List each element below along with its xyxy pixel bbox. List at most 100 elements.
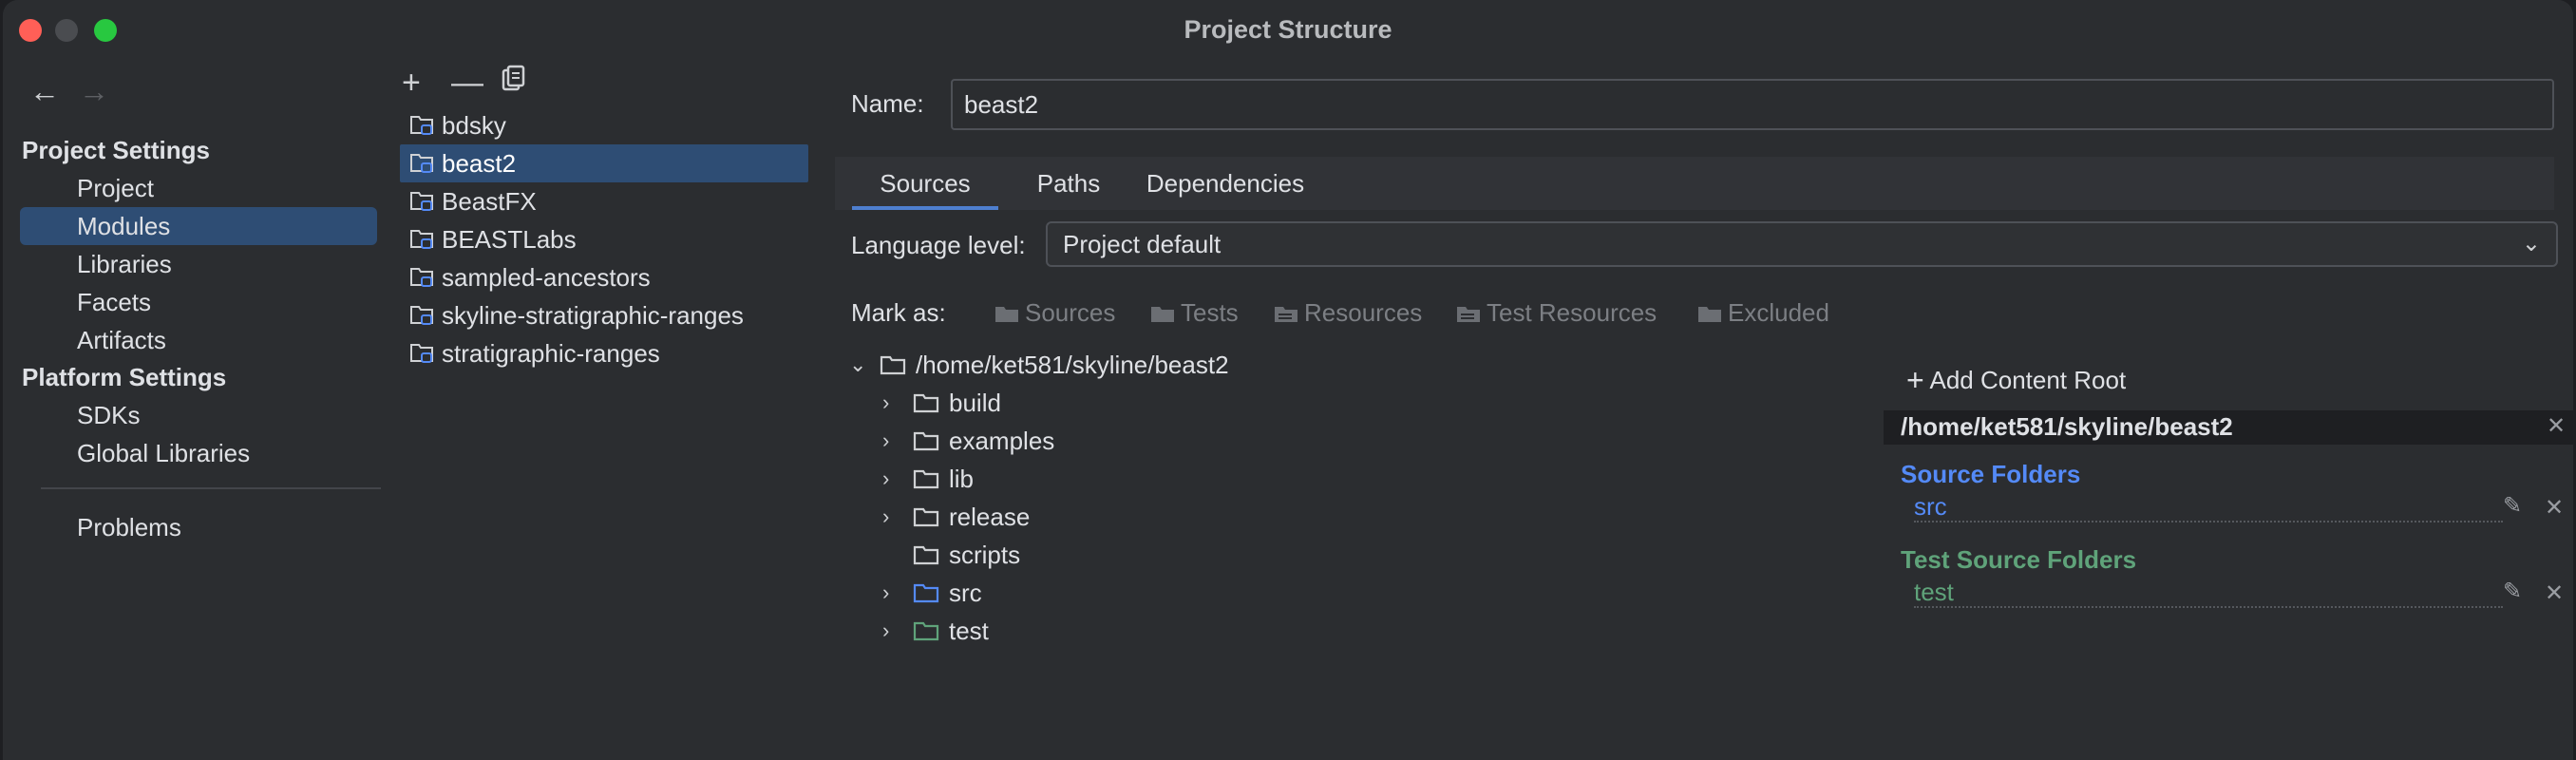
mark-excluded-button[interactable]: Excluded <box>1697 298 1829 328</box>
folder-icon <box>913 583 939 603</box>
module-folder-icon <box>410 192 433 211</box>
module-item-sampled-ancestors[interactable]: sampled-ancestors <box>400 258 808 296</box>
remove-content-root-icon[interactable]: ✕ <box>2547 412 2566 440</box>
module-label: skyline-stratigraphic-ranges <box>442 301 744 330</box>
remove-test-folder-icon[interactable]: ✕ <box>2545 580 2564 607</box>
folder-icon <box>913 431 939 451</box>
chevron-down-icon[interactable]: ⌄ <box>849 346 866 384</box>
module-label: bdsky <box>442 111 506 140</box>
folder-icon <box>1151 307 1174 322</box>
language-level-label: Language level: <box>851 231 1026 259</box>
chevron-right-icon[interactable]: › <box>882 612 889 650</box>
nav-item-global-libraries[interactable]: Global Libraries <box>20 434 377 472</box>
mark-test-resources-button[interactable]: Test Resources <box>1456 298 1657 328</box>
plus-icon: + <box>1906 363 1924 397</box>
test-source-folders-title: Test Source Folders <box>1901 545 2137 574</box>
remove-source-folder-icon[interactable]: ✕ <box>2545 494 2564 522</box>
module-folder-icon <box>410 344 433 363</box>
module-item-bdsky[interactable]: bdsky <box>400 106 808 144</box>
add-content-root-button[interactable]: + Add Content Root <box>1906 363 2126 398</box>
language-level-select[interactable]: Project default ⌄ <box>1046 221 2558 267</box>
add-module-icon[interactable]: + <box>402 65 451 102</box>
module-folder-icon <box>410 116 433 135</box>
nav-item-facets[interactable]: Facets <box>20 283 377 321</box>
copy-module-icon[interactable] <box>501 65 550 102</box>
mark-as-label: Mark as: <box>851 298 946 327</box>
source-folder-entry: src <box>1914 492 2503 522</box>
tree-folder-test[interactable]: › test <box>882 612 989 650</box>
module-label: sampled-ancestors <box>442 263 651 292</box>
back-arrow-icon[interactable]: ← <box>29 74 79 109</box>
module-item-stratigraphic-ranges[interactable]: stratigraphic-ranges <box>400 334 808 372</box>
tree-folder-src[interactable]: › src <box>882 574 982 612</box>
modules-toolbar: + — <box>402 65 550 102</box>
project-structure-window: Project Structure ← → Project Settings Pr… <box>3 0 2573 760</box>
nav-item-libraries[interactable]: Libraries <box>20 245 377 283</box>
nav-divider <box>41 487 381 489</box>
chevron-right-icon[interactable]: › <box>882 574 889 612</box>
remove-module-icon[interactable]: — <box>451 65 501 102</box>
module-tabs: Sources Paths Dependencies <box>835 157 2554 210</box>
project-settings-heading: Project Settings <box>22 136 210 164</box>
chevron-right-icon[interactable]: › <box>882 498 889 536</box>
folder-icon <box>995 307 1018 322</box>
module-label: stratigraphic-ranges <box>442 339 660 368</box>
tree-folder-examples[interactable]: › examples <box>882 422 1054 460</box>
module-item-beast2[interactable]: beast2 <box>400 144 808 182</box>
module-folder-icon <box>410 268 433 287</box>
resources-folder-icon <box>1275 307 1297 322</box>
tree-folder-release[interactable]: › release <box>882 498 1030 536</box>
forward-arrow-icon[interactable]: → <box>79 74 128 109</box>
module-folder-icon <box>410 306 433 325</box>
folder-icon <box>913 545 939 565</box>
tree-root-path: /home/ket581/skyline/beast2 <box>916 351 1229 379</box>
nav-item-artifacts[interactable]: Artifacts <box>20 321 377 359</box>
tab-dependencies[interactable]: Dependencies <box>1129 157 1321 210</box>
module-folder-icon <box>410 154 433 173</box>
folder-icon <box>913 469 939 489</box>
tree-folder-build[interactable]: › build <box>882 384 1001 422</box>
chevron-right-icon[interactable]: › <box>882 384 889 422</box>
module-item-beastlabs[interactable]: BEASTLabs <box>400 220 808 258</box>
language-level-value: Project default <box>1063 230 1222 258</box>
folder-icon <box>880 355 906 375</box>
mark-sources-button[interactable]: Sources <box>994 298 1115 328</box>
folder-icon <box>913 393 939 413</box>
edit-pencil-icon[interactable]: ✎ <box>2503 578 2522 605</box>
nav-item-modules[interactable]: Modules <box>20 207 377 245</box>
tree-folder-lib[interactable]: › lib <box>882 460 974 498</box>
tree-folder-scripts[interactable]: scripts <box>913 536 1020 574</box>
tab-sources[interactable]: Sources <box>852 157 998 210</box>
chevron-right-icon[interactable]: › <box>882 422 889 460</box>
nav-item-problems[interactable]: Problems <box>20 508 377 546</box>
name-label: Name: <box>851 89 924 118</box>
nav-history: ← → <box>29 74 128 109</box>
nav-item-sdks[interactable]: SDKs <box>20 396 377 434</box>
content-root-header: /home/ket581/skyline/beast2 ✕ <box>1884 410 2573 445</box>
excluded-folder-icon <box>1698 307 1721 322</box>
title-bar: Project Structure <box>3 0 2573 57</box>
tab-paths[interactable]: Paths <box>1015 157 1122 210</box>
mark-tests-button[interactable]: Tests <box>1150 298 1239 328</box>
module-label: BEASTLabs <box>442 225 577 254</box>
chevron-down-icon: ⌄ <box>2521 231 2541 256</box>
module-name-input[interactable] <box>951 79 2554 130</box>
folder-icon <box>913 507 939 527</box>
mark-resources-button[interactable]: Resources <box>1274 298 1422 328</box>
module-item-beastfx[interactable]: BeastFX <box>400 182 808 220</box>
test-resources-folder-icon <box>1457 307 1480 322</box>
source-folders-title: Source Folders <box>1901 460 2081 488</box>
platform-settings-heading: Platform Settings <box>22 363 227 391</box>
module-label: beast2 <box>442 149 517 178</box>
module-folder-icon <box>410 230 433 249</box>
window-title: Project Structure <box>1184 15 1392 44</box>
content-root-path: /home/ket581/skyline/beast2 <box>1901 412 2233 441</box>
module-item-skyline-stratigraphic-ranges[interactable]: skyline-stratigraphic-ranges <box>400 296 808 334</box>
module-label: BeastFX <box>442 187 537 216</box>
tree-root-row[interactable]: ⌄ /home/ket581/skyline/beast2 <box>849 346 1229 384</box>
test-source-folder-entry: test <box>1914 578 2503 608</box>
nav-item-project[interactable]: Project <box>20 169 377 207</box>
chevron-right-icon[interactable]: › <box>882 460 889 498</box>
edit-pencil-icon[interactable]: ✎ <box>2503 492 2522 520</box>
folder-icon <box>913 621 939 641</box>
